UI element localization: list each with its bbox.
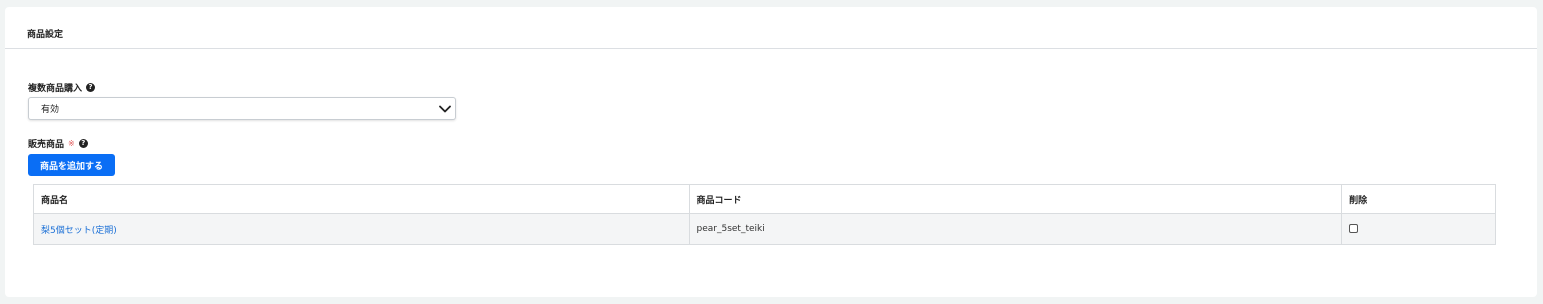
table-row: 梨5個セット(定期) pear_5set_teiki <box>33 213 1496 245</box>
card-title: 商品設定 <box>27 30 64 40</box>
question-circle-icon[interactable]: ? <box>86 83 96 92</box>
column-header-delete: 削除 <box>1341 184 1496 214</box>
column-header-product-name: 商品名 <box>33 184 690 214</box>
multi-purchase-selected-value: 有効 <box>41 105 60 115</box>
products-table: 商品名 商品コード 削除 梨5個セット(定期) pear_5set_teiki <box>33 184 1496 245</box>
multi-purchase-select[interactable]: 有効 <box>28 97 456 120</box>
required-mark: ※ <box>68 139 75 148</box>
card-header: 商品設定 <box>5 7 1537 49</box>
product-settings-card: 商品設定 複数商品購入 ? 有効 販売商品 ※ ? 商品を追加する 商品名 商品… <box>5 7 1537 297</box>
delete-cell <box>1341 213 1496 245</box>
sales-products-label-text: 販売商品 <box>28 140 65 150</box>
multi-purchase-label: 複数商品購入 ? <box>28 81 96 94</box>
column-header-product-code: 商品コード <box>688 184 1343 214</box>
delete-checkbox[interactable] <box>1349 224 1359 233</box>
product-name-cell: 梨5個セット(定期) <box>33 213 690 245</box>
add-product-button[interactable]: 商品を追加する <box>28 154 115 176</box>
sales-products-label: 販売商品 ※ ? <box>28 137 88 150</box>
product-code-cell: pear_5set_teiki <box>688 213 1343 245</box>
chevron-down-icon <box>439 105 451 113</box>
product-name-link[interactable]: 梨5個セット(定期) <box>41 226 117 236</box>
question-circle-icon[interactable]: ? <box>78 139 88 148</box>
multi-purchase-label-text: 複数商品購入 <box>28 84 83 94</box>
table-header-row: 商品名 商品コード 削除 <box>33 184 1496 214</box>
